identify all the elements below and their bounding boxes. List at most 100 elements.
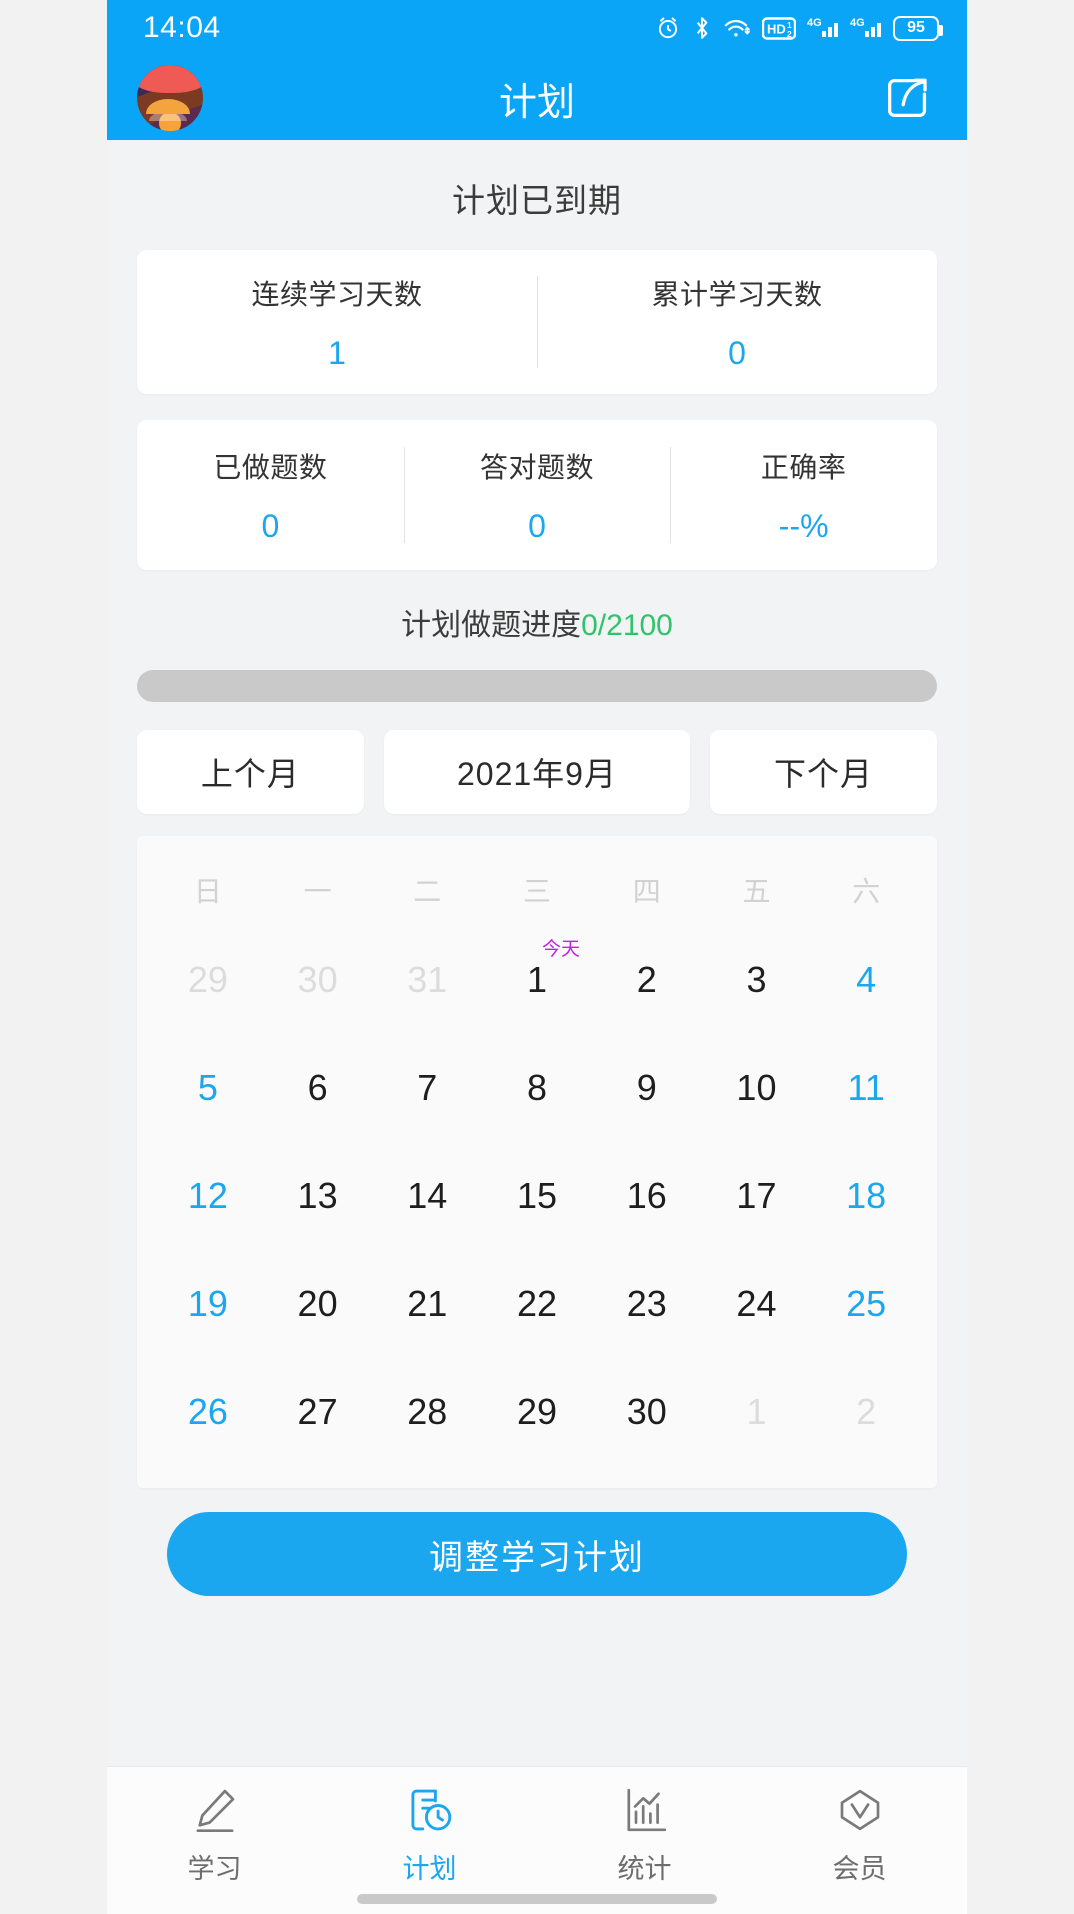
bluetooth-icon (692, 15, 712, 41)
calendar-day[interactable]: 28 (372, 1358, 482, 1466)
calendar-week-row: 12 13 14 15 16 17 18 (153, 1142, 921, 1250)
status-bar: 14:04 HD 1 2 4G 4G 95 (107, 0, 967, 56)
calendar-week-row: 26 27 28 29 30 1 2 (153, 1358, 921, 1466)
calendar-day-number: 19 (187, 1283, 228, 1324)
calendar-day-number: 17 (736, 1175, 777, 1216)
avatar[interactable] (137, 65, 203, 131)
cta-container: 调整学习计划 (107, 1488, 967, 1596)
calendar-body: 29 30 31 1 今天 2 3 4 5 6 7 8 9 10 11 12 13 14 15 16 17 18 19 20 2… (153, 926, 921, 1466)
calendar-day[interactable]: 30 (592, 1358, 702, 1466)
calendar-week-row: 5 6 7 8 9 10 11 (153, 1034, 921, 1142)
tab-label: 会员 (832, 1854, 887, 1884)
calendar-day[interactable]: 5 (153, 1034, 263, 1142)
calendar-day-number: 14 (407, 1175, 448, 1216)
calendar-day-number: 2 (636, 959, 657, 1000)
calendar-day[interactable]: 21 (372, 1250, 482, 1358)
share-icon (887, 78, 927, 118)
calendar-day[interactable]: 25 (811, 1250, 921, 1358)
calendar-day[interactable]: 15 (482, 1142, 592, 1250)
stat-questions-done: 已做题数 0 (137, 420, 404, 570)
calendar-day[interactable]: 17 (702, 1142, 812, 1250)
stats-card-study-days: 连续学习天数 1 累计学习天数 0 (137, 250, 937, 394)
tab-label: 计划 (402, 1854, 457, 1884)
page-title: 计划 (498, 81, 575, 124)
calendar-day[interactable]: 29 (482, 1358, 592, 1466)
stat-label: 累计学习天数 (651, 278, 823, 310)
month-navigation: 上个月 2021年9月 下个月 (137, 730, 937, 814)
calendar-day-number: 22 (516, 1283, 558, 1324)
calendar-day-number: 31 (407, 959, 448, 1000)
app-screen: 14:04 HD 1 2 4G 4G 95 计划 计划已到期 连续学习天数 1 … (107, 0, 967, 1914)
main-content: 计划已到期 连续学习天数 1 累计学习天数 0 已做题数 0 答对题数 0 正确… (107, 140, 967, 1766)
alarm-icon (655, 15, 681, 41)
calendar-day[interactable]: 7 (372, 1034, 482, 1142)
calendar-day[interactable]: 27 (263, 1358, 373, 1466)
plan-clock-icon (403, 1783, 457, 1837)
battery-level: 95 (907, 19, 925, 36)
calendar-day[interactable]: 6 (263, 1034, 373, 1142)
calendar-day-number: 11 (847, 1067, 885, 1108)
tab-statistics[interactable]: 统计 (537, 1783, 752, 1886)
progress-bar (137, 670, 937, 702)
calendar-day[interactable]: 4 (811, 926, 921, 1034)
calendar-day-number: 9 (636, 1067, 657, 1108)
svg-text:2: 2 (787, 29, 792, 39)
calendar-day[interactable]: 23 (592, 1250, 702, 1358)
calendar-day[interactable]: 13 (263, 1142, 373, 1250)
stat-questions-correct: 答对题数 0 (403, 420, 671, 570)
calendar-day[interactable]: 12 (153, 1142, 263, 1250)
calendar-day[interactable]: 9 (592, 1034, 702, 1142)
next-month-button[interactable]: 下个月 (710, 730, 937, 814)
calendar-day: 30 (263, 926, 373, 1034)
stat-value: 0 (261, 507, 280, 544)
hd-volte-icon: HD 1 2 (762, 16, 796, 41)
tab-membership[interactable]: 会员 (752, 1783, 967, 1886)
calendar-day-number: 7 (417, 1067, 438, 1108)
calendar-day[interactable]: 26 (153, 1358, 263, 1466)
svg-text:HD: HD (767, 21, 786, 36)
stat-value: 0 (728, 334, 746, 371)
diamond-check-icon (833, 1783, 887, 1837)
calendar-day[interactable]: 16 (592, 1142, 702, 1250)
progress-label: 计划做题进度 (401, 609, 582, 642)
calendar-weekday: 六 (852, 876, 881, 907)
share-button[interactable] (879, 69, 937, 127)
signal-4g-2-icon: 4G (850, 15, 882, 41)
calendar-day[interactable]: 22 (482, 1250, 592, 1358)
calendar-day[interactable]: 24 (702, 1250, 812, 1358)
calendar-day[interactable]: 2 (592, 926, 702, 1034)
prev-month-button[interactable]: 上个月 (137, 730, 364, 814)
bar-chart-icon (618, 1783, 672, 1837)
calendar-day-number: 29 (516, 1391, 558, 1432)
calendar-day-number: 18 (846, 1175, 887, 1216)
calendar-day-number: 15 (516, 1175, 558, 1216)
calendar-day[interactable]: 18 (811, 1142, 921, 1250)
stat-label: 连续学习天数 (251, 278, 423, 310)
stat-label: 答对题数 (480, 451, 595, 483)
calendar-day[interactable]: 3 (702, 926, 812, 1034)
calendar-weekday: 二 (413, 876, 442, 907)
calendar-day[interactable]: 8 (482, 1034, 592, 1142)
stats-card-questions: 已做题数 0 答对题数 0 正确率 --% (137, 420, 937, 570)
svg-text:4G: 4G (850, 17, 865, 29)
calendar-day-number: 6 (307, 1067, 328, 1108)
calendar-day[interactable]: 19 (153, 1250, 263, 1358)
calendar-weekday: 五 (742, 876, 771, 907)
calendar-day[interactable]: 10 (702, 1034, 812, 1142)
calendar-day[interactable]: 14 (372, 1142, 482, 1250)
home-indicator[interactable] (357, 1894, 717, 1904)
tab-plan[interactable]: 计划 (322, 1783, 537, 1886)
calendar-day[interactable]: 11 (811, 1034, 921, 1142)
stat-consecutive-days: 连续学习天数 1 (137, 250, 537, 394)
calendar-day[interactable]: 1 今天 (482, 926, 592, 1034)
calendar-weekday: 日 (193, 876, 222, 907)
calendar-day[interactable]: 20 (263, 1250, 373, 1358)
calendar-week-row: 29 30 31 1 今天 2 3 4 (153, 926, 921, 1034)
calendar-day-number: 30 (297, 959, 338, 1000)
adjust-plan-button[interactable]: 调整学习计划 (167, 1512, 907, 1596)
calendar-day: 29 (153, 926, 263, 1034)
svg-text:4G: 4G (807, 17, 822, 29)
tab-study[interactable]: 学习 (107, 1783, 322, 1886)
calendar-day-number: 1 (746, 1391, 767, 1432)
current-month-label[interactable]: 2021年9月 (383, 730, 691, 814)
